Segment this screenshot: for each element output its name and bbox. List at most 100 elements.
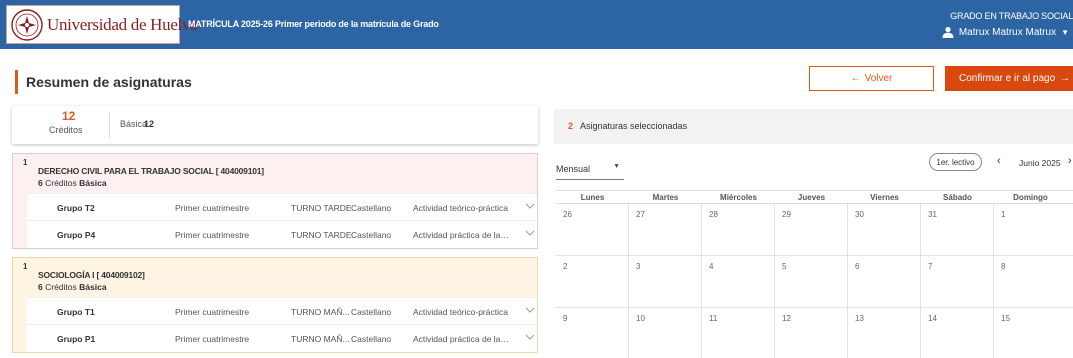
calendar-day[interactable]: 11 <box>702 308 775 358</box>
subject-credits-word: Créditos <box>45 178 77 188</box>
weekday-label: Jueves <box>797 193 826 202</box>
chevron-down-icon[interactable] <box>525 201 535 211</box>
calendar-view-value: Mensual <box>556 164 591 174</box>
calendar-day[interactable]: 26 <box>556 204 629 256</box>
weekday-label: Miércoles <box>720 193 757 202</box>
page-title: Resumen de asignaturas <box>26 74 192 90</box>
calendar-day[interactable]: 1 <box>994 204 1067 256</box>
selected-count: 2 <box>568 121 574 131</box>
selected-label: Asignaturas seleccionadas <box>580 121 688 131</box>
subject-type: Básica <box>79 282 107 292</box>
group-row[interactable]: Grupo T1 Primer cuatrimestre TURNO MAÑ..… <box>27 297 537 324</box>
day-number: 27 <box>636 210 645 219</box>
group-period: Primer cuatrimestre <box>175 203 250 213</box>
arrow-left-icon: ← <box>850 73 861 84</box>
calendar-week: 2 3 4 5 6 7 8 <box>556 256 1073 308</box>
calendar-day[interactable]: 5 <box>775 256 848 308</box>
calendar-day[interactable]: 31 <box>921 204 994 256</box>
confirm-button-label: Confirmar e ir al pago <box>959 73 1056 84</box>
credits-total: 12 <box>62 109 76 123</box>
calendar-day[interactable]: 27 <box>629 204 702 256</box>
day-number: 29 <box>782 210 791 219</box>
day-number: 4 <box>709 262 714 271</box>
title-accent <box>15 70 18 94</box>
subject-body: DERECHO CIVIL PARA EL TRABAJO SOCIAL [ 4… <box>27 154 537 248</box>
weekday-label: Viernes <box>870 193 899 202</box>
calendar-day[interactable]: 29 <box>775 204 848 256</box>
credit-type-value: 12 <box>144 119 155 129</box>
calendar-day[interactable]: 13 <box>848 308 921 358</box>
university-logo[interactable]: Universidad de Huelva <box>6 5 198 44</box>
day-number: 1 <box>1001 210 1006 219</box>
subject-title: SOCIOLOGÍA I [ 404009102] <box>38 270 145 280</box>
group-activity: Actividad teórico-práctica <box>413 307 508 317</box>
weekday-label: Martes <box>652 193 679 202</box>
calendar-day[interactable]: 8 <box>994 256 1067 308</box>
group-language: Castellano <box>351 334 392 344</box>
subject-type: Básica <box>79 178 107 188</box>
group-name: Grupo T2 <box>57 203 95 213</box>
calendar-day[interactable]: 10 <box>629 308 702 358</box>
chevron-down-icon[interactable] <box>525 228 535 238</box>
calendar-day[interactable]: 4 <box>702 256 775 308</box>
group-shift: TURNO TARDE <box>291 203 352 213</box>
calendar-day[interactable]: 14 <box>921 308 994 358</box>
group-row[interactable]: Grupo P1 Primer cuatrimestre TURNO MAÑ..… <box>27 324 537 351</box>
group-shift: TURNO MAÑ... <box>291 334 350 344</box>
weekday-label: Lunes <box>580 193 605 202</box>
credits-label: Créditos <box>49 125 83 135</box>
calendar-grid: Lunes Martes Miércoles Jueves Viernes Sá… <box>556 190 1073 358</box>
confirm-and-pay-button[interactable]: Confirmar e ir al pago → <box>945 66 1073 91</box>
calendar-day[interactable]: 30 <box>848 204 921 256</box>
calendar-day[interactable]: 3 <box>629 256 702 308</box>
day-number: 30 <box>855 210 864 219</box>
divider <box>109 112 110 138</box>
day-number: 2 <box>563 262 568 271</box>
chevron-down-icon[interactable] <box>525 332 535 342</box>
day-number: 31 <box>928 210 937 219</box>
calendar-view-select[interactable]: Mensual ▼ <box>556 160 624 180</box>
calendar-day[interactable]: 28 <box>702 204 775 256</box>
group-shift: TURNO MAÑ... <box>291 307 350 317</box>
user-menu[interactable]: Matrux Matrux Matrux ▼ <box>942 26 1069 38</box>
calendar-day[interactable]: 12 <box>775 308 848 358</box>
group-period: Primer cuatrimestre <box>175 307 250 317</box>
first-term-button[interactable]: 1er. lectivo <box>929 153 982 171</box>
day-number: 3 <box>636 262 641 271</box>
group-name: Grupo P4 <box>57 230 96 240</box>
group-language: Castellano <box>351 203 392 213</box>
day-number: 7 <box>928 262 933 271</box>
user-name: Matrux Matrux Matrux <box>958 26 1057 38</box>
subject-credits: 6 <box>38 178 43 188</box>
caret-down-icon: ▼ <box>613 163 620 170</box>
chevron-left-icon[interactable]: ‹ <box>997 155 1001 167</box>
subject-meta: 6 Créditos Básica <box>38 282 107 292</box>
day-number: 12 <box>782 314 791 323</box>
subject-credits: 6 <box>38 282 43 292</box>
weekday-label: Sábado <box>943 193 972 202</box>
calendar-day[interactable]: 15 <box>994 308 1067 358</box>
group-activity: Actividad práctica de laboratorio <box>413 230 511 240</box>
group-period: Primer cuatrimestre <box>175 334 250 344</box>
calendar-day[interactable]: 7 <box>921 256 994 308</box>
group-shift: TURNO TARDE <box>291 230 352 240</box>
credits-summary: 12 Créditos Básica 12 <box>12 106 538 144</box>
weekday-label: Domingo <box>1013 193 1048 202</box>
logo-text: Universidad de Huelva <box>47 15 198 34</box>
enrollment-title: MATRÍCULA 2025-26 Primer periodo de la m… <box>188 19 439 29</box>
day-number: 9 <box>563 314 568 323</box>
chevron-down-icon[interactable] <box>525 305 535 315</box>
subject-card: 1 SOCIOLOGÍA I [ 404009102] 6 Créditos B… <box>12 257 538 353</box>
caret-down-icon: ▼ <box>1061 27 1069 37</box>
calendar-day[interactable]: 6 <box>848 256 921 308</box>
group-row[interactable]: Grupo T2 Primer cuatrimestre TURNO TARDE… <box>27 193 537 220</box>
calendar-day[interactable]: 9 <box>556 308 629 358</box>
back-button[interactable]: ← Volver <box>809 66 934 91</box>
chevron-right-icon[interactable]: › <box>1068 155 1072 167</box>
group-activity: Actividad práctica de laboratorio <box>413 334 511 344</box>
credit-type-label: Básica <box>120 119 148 129</box>
day-number: 6 <box>855 262 860 271</box>
calendar-day[interactable]: 2 <box>556 256 629 308</box>
group-row[interactable]: Grupo P4 Primer cuatrimestre TURNO TARDE… <box>27 220 537 247</box>
day-number: 14 <box>928 314 937 323</box>
